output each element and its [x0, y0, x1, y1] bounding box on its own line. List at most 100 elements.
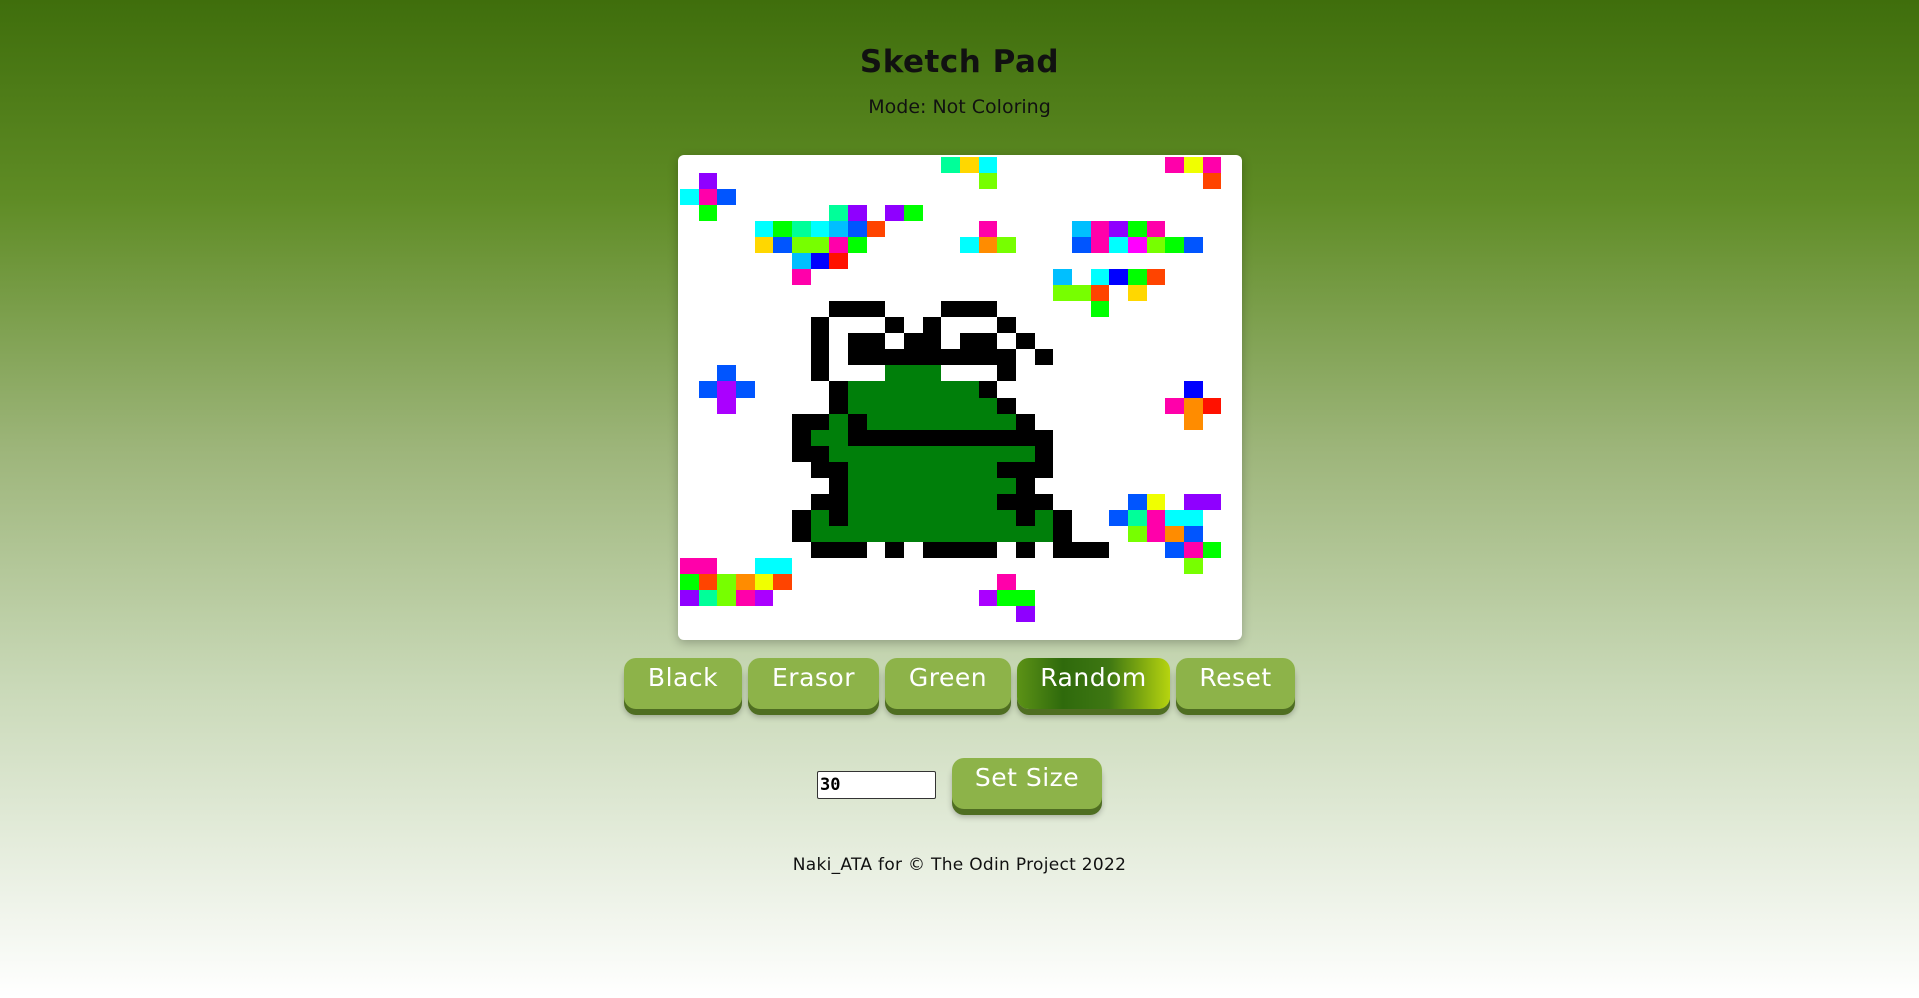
grid-cell[interactable]	[866, 365, 886, 383]
grid-cell[interactable]	[997, 461, 1017, 479]
grid-cell[interactable]	[960, 157, 980, 174]
grid-cell[interactable]	[1016, 285, 1036, 302]
grid-cell[interactable]	[885, 173, 905, 190]
grid-cell[interactable]	[1146, 621, 1166, 639]
grid-cell[interactable]	[1221, 509, 1241, 527]
grid-cell[interactable]	[680, 173, 700, 190]
grid-cell[interactable]	[866, 221, 886, 238]
grid-cell[interactable]	[904, 621, 924, 639]
grid-cell[interactable]	[698, 333, 718, 350]
grid-cell[interactable]	[960, 317, 980, 334]
grid-cell[interactable]	[904, 269, 924, 286]
grid-cell[interactable]	[885, 493, 905, 511]
grid-cell[interactable]	[978, 493, 998, 511]
grid-cell[interactable]	[698, 381, 718, 399]
grid-cell[interactable]	[829, 157, 849, 174]
grid-cell[interactable]	[810, 493, 830, 511]
grid-cell[interactable]	[941, 397, 961, 415]
grid-cell[interactable]	[904, 189, 924, 206]
grid-cell[interactable]	[1165, 157, 1185, 174]
grid-cell[interactable]	[810, 541, 830, 559]
grid-cell[interactable]	[810, 605, 830, 623]
grid-cell[interactable]	[1034, 253, 1054, 270]
grid-cell[interactable]	[885, 573, 905, 591]
grid-cell[interactable]	[736, 205, 756, 222]
grid-cell[interactable]	[1128, 157, 1148, 174]
grid-cell[interactable]	[1053, 237, 1073, 254]
grid-cell[interactable]	[736, 189, 756, 206]
grid-cell[interactable]	[997, 525, 1017, 543]
grid-cell[interactable]	[1128, 381, 1148, 399]
grid-cell[interactable]	[1146, 397, 1166, 415]
grid-cell[interactable]	[792, 461, 812, 479]
grid-cell[interactable]	[1165, 317, 1185, 334]
grid-cell[interactable]	[1016, 173, 1036, 190]
grid-cell[interactable]	[978, 349, 998, 367]
grid-cell[interactable]	[1109, 509, 1129, 527]
grid-cell[interactable]	[1053, 605, 1073, 623]
grid-cell[interactable]	[754, 317, 774, 334]
grid-cell[interactable]	[698, 429, 718, 447]
grid-cell[interactable]	[698, 541, 718, 559]
grid-cell[interactable]	[848, 237, 868, 254]
grid-cell[interactable]	[997, 573, 1017, 591]
grid-cell[interactable]	[866, 461, 886, 479]
grid-cell[interactable]	[1090, 477, 1110, 495]
grid-cell[interactable]	[941, 429, 961, 447]
grid-cell[interactable]	[1221, 397, 1241, 415]
grid-cell[interactable]	[1146, 237, 1166, 254]
grid-cell[interactable]	[1109, 605, 1129, 623]
grid-cell[interactable]	[810, 573, 830, 591]
grid-cell[interactable]	[904, 381, 924, 399]
grid-cell[interactable]	[885, 525, 905, 543]
grid-cell[interactable]	[680, 509, 700, 527]
grid-cell[interactable]	[1221, 221, 1241, 238]
grid-cell[interactable]	[1184, 461, 1204, 479]
grid-cell[interactable]	[1184, 397, 1204, 415]
grid-cell[interactable]	[941, 589, 961, 607]
grid-cell[interactable]	[848, 445, 868, 463]
grid-cell[interactable]	[1016, 333, 1036, 350]
grid-cell[interactable]	[997, 157, 1017, 174]
grid-cell[interactable]	[1053, 413, 1073, 431]
grid-cell[interactable]	[792, 525, 812, 543]
grid-cell[interactable]	[960, 269, 980, 286]
grid-cell[interactable]	[736, 221, 756, 238]
grid-cell[interactable]	[885, 253, 905, 270]
grid-cell[interactable]	[941, 381, 961, 399]
grid-cell[interactable]	[717, 589, 737, 607]
grid-cell[interactable]	[792, 349, 812, 367]
grid-cell[interactable]	[717, 573, 737, 591]
grid-cell[interactable]	[717, 461, 737, 479]
grid-cell[interactable]	[1090, 381, 1110, 399]
grid-cell[interactable]	[792, 285, 812, 302]
grid-cell[interactable]	[698, 237, 718, 254]
grid-cell[interactable]	[1090, 557, 1110, 575]
grid-cell[interactable]	[978, 525, 998, 543]
grid-cell[interactable]	[1034, 541, 1054, 559]
grid-cell[interactable]	[1146, 589, 1166, 607]
grid-cell[interactable]	[1109, 301, 1129, 318]
grid-cell[interactable]	[997, 493, 1017, 511]
grid-cell[interactable]	[997, 301, 1017, 318]
grid-cell[interactable]	[1109, 381, 1129, 399]
grid-cell[interactable]	[1034, 381, 1054, 399]
grid-cell[interactable]	[1034, 269, 1054, 286]
grid-cell[interactable]	[885, 237, 905, 254]
grid-cell[interactable]	[922, 157, 942, 174]
grid-cell[interactable]	[922, 461, 942, 479]
grid-cell[interactable]	[1072, 605, 1092, 623]
grid-cell[interactable]	[829, 365, 849, 383]
grid-cell[interactable]	[941, 493, 961, 511]
grid-cell[interactable]	[1016, 605, 1036, 623]
grid-cell[interactable]	[885, 221, 905, 238]
grid-cell[interactable]	[754, 189, 774, 206]
grid-cell[interactable]	[717, 413, 737, 431]
grid-cell[interactable]	[941, 621, 961, 639]
grid-cell[interactable]	[960, 477, 980, 495]
grid-cell[interactable]	[1128, 317, 1148, 334]
grid-cell[interactable]	[978, 333, 998, 350]
grid-cell[interactable]	[1053, 397, 1073, 415]
grid-cell[interactable]	[922, 285, 942, 302]
grid-cell[interactable]	[866, 381, 886, 399]
